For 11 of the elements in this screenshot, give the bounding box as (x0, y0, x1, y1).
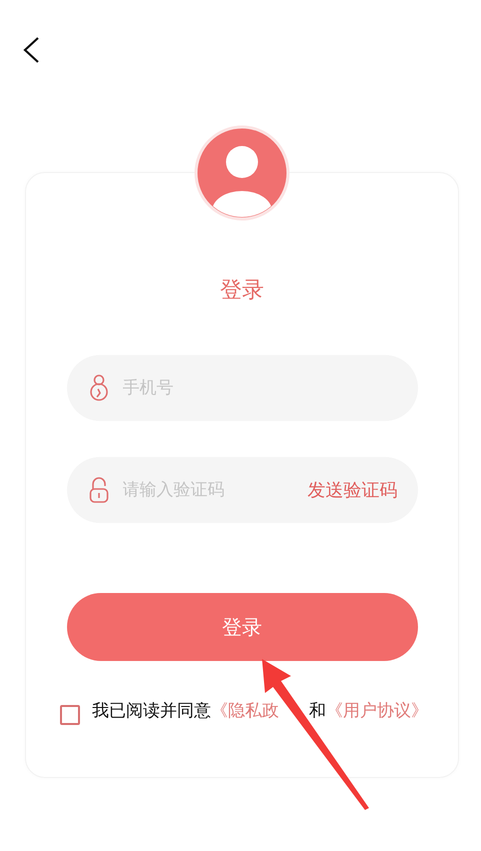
person-icon (88, 374, 108, 402)
agree-checkbox[interactable] (60, 705, 80, 725)
policy-link[interactable]: 《隐私政 (211, 701, 279, 721)
avatar-icon (194, 125, 290, 221)
login-button[interactable]: 登录 (66, 593, 418, 661)
send-code-button[interactable]: 发送验证码 (308, 478, 398, 502)
back-icon[interactable] (22, 36, 40, 64)
policy-link[interactable]: 《用户协议》 (326, 701, 428, 721)
agreement-text: 我已阅读并同意《隐私政 和《用户协议》 (92, 700, 428, 723)
lock-icon (88, 476, 108, 504)
login-title: 登录 (220, 277, 264, 305)
